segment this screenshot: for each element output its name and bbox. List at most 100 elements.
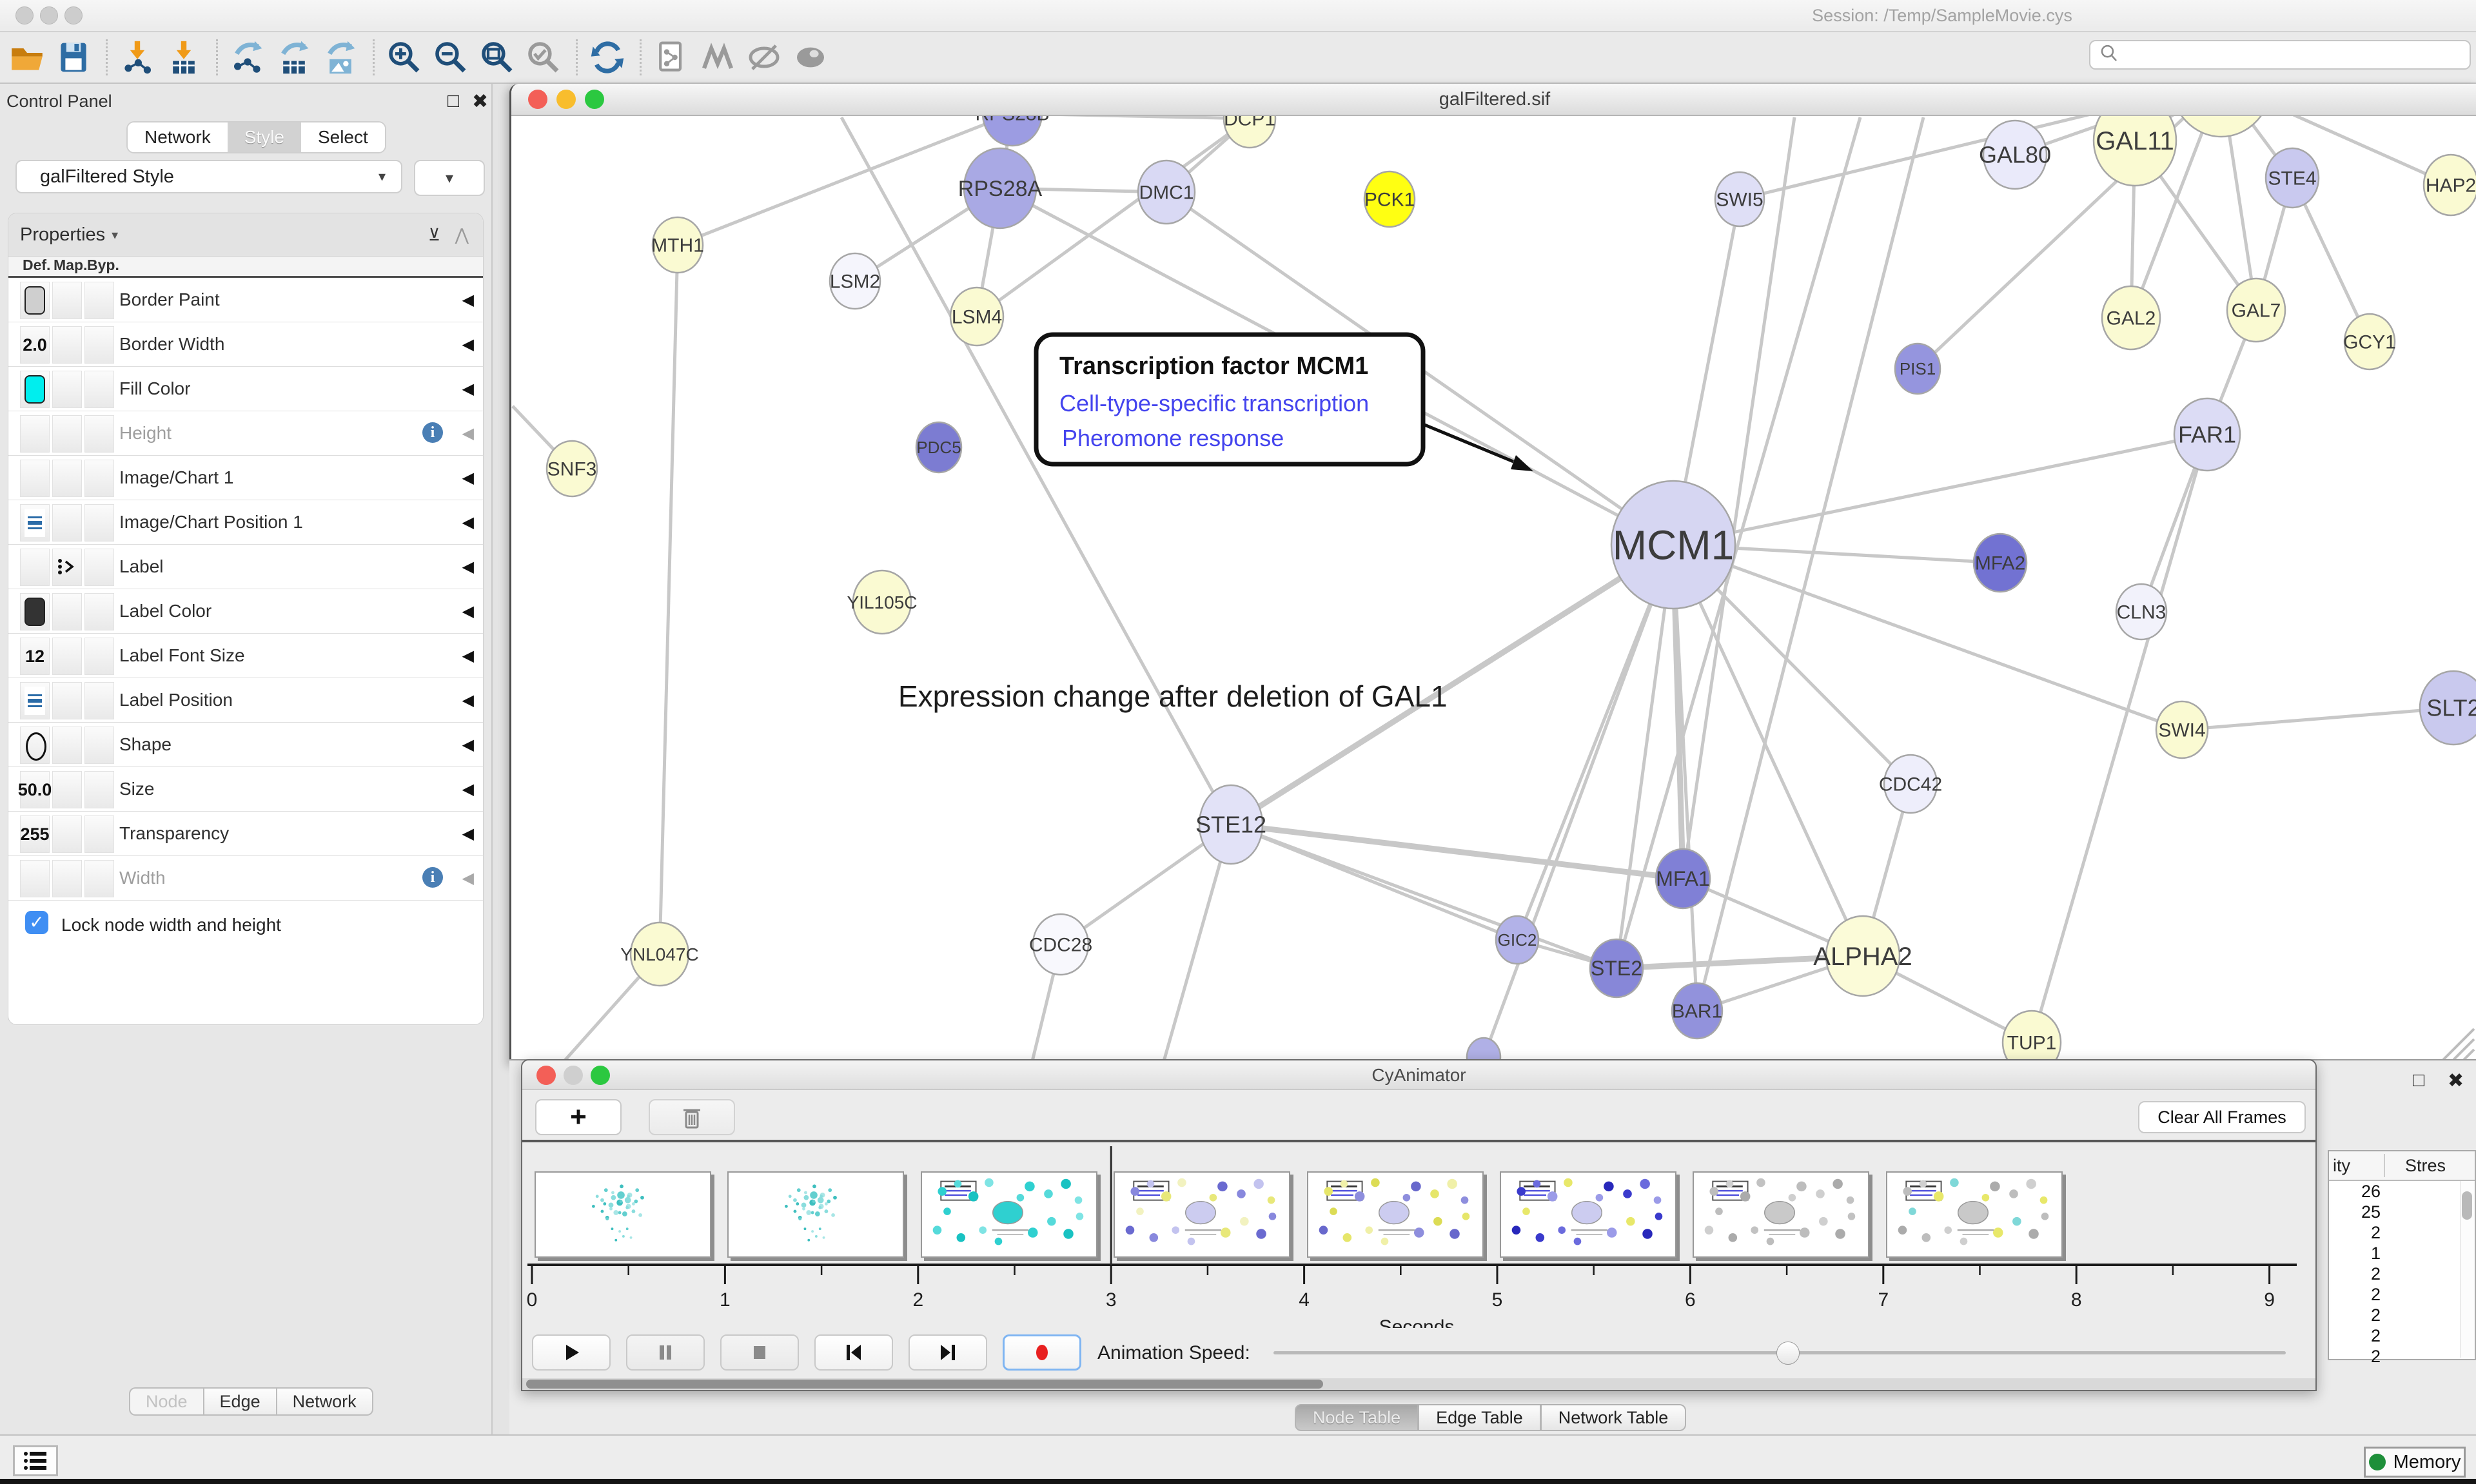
lock-node-size-checkbox[interactable]: ✓ <box>25 911 48 934</box>
property-row-fill-color[interactable]: Fill Color◀ <box>8 367 483 411</box>
network-edge[interactable] <box>1673 545 2182 730</box>
mapping-value-cell[interactable] <box>52 549 82 586</box>
default-value-cell[interactable] <box>20 549 50 586</box>
property-row-label-font-size[interactable]: 12Label Font Size◀ <box>8 634 483 678</box>
property-row-label-color[interactable]: Label Color◀ <box>8 589 483 634</box>
tab-node-table[interactable]: Node Table <box>1295 1404 1419 1431</box>
property-row-size[interactable]: 50.0Size◀ <box>8 767 483 812</box>
network-edge[interactable] <box>1484 545 1673 1057</box>
table-row[interactable]: 26 <box>2329 1181 2475 1202</box>
network-edge[interactable] <box>1673 545 1697 1011</box>
table-row[interactable]: 25 <box>2329 1202 2475 1222</box>
properties-header[interactable]: Properties ▾ ⊻ ⋀ <box>8 213 483 257</box>
mapping-value-cell[interactable] <box>52 593 82 630</box>
tab-network-table[interactable]: Network Table <box>1541 1404 1687 1431</box>
tab-network[interactable]: Network <box>128 122 228 152</box>
bypass-value-cell[interactable] <box>84 815 114 853</box>
expand-property-icon[interactable]: ◀ <box>462 780 474 799</box>
expand-property-icon[interactable]: ◀ <box>462 513 474 532</box>
network-edge[interactable] <box>2182 708 2453 730</box>
export-table-icon[interactable] <box>276 39 312 75</box>
import-table-icon[interactable] <box>166 39 202 75</box>
property-row-transparency[interactable]: 255Transparency◀ <box>8 812 483 856</box>
property-row-width[interactable]: Widthi◀ <box>8 856 483 901</box>
skip-end-button[interactable] <box>909 1334 987 1371</box>
stop-button[interactable] <box>720 1334 799 1371</box>
bypass-value-cell[interactable] <box>84 771 114 808</box>
skip-start-button[interactable] <box>814 1334 893 1371</box>
mapping-value-cell[interactable] <box>52 815 82 853</box>
table-row[interactable]: 2 <box>2329 1325 2475 1346</box>
bypass-value-cell[interactable] <box>84 682 114 719</box>
expand-property-icon[interactable]: ◀ <box>462 424 474 443</box>
resize-grip-icon[interactable] <box>2443 1029 2474 1060</box>
property-row-height[interactable]: Heighti◀ <box>8 411 483 456</box>
expand-property-icon[interactable]: ◀ <box>462 691 474 710</box>
search-field[interactable] <box>2089 40 2471 70</box>
style-options-button[interactable]: ▾ <box>414 160 485 196</box>
export-image-icon[interactable] <box>322 39 359 75</box>
default-value-cell[interactable] <box>20 860 50 897</box>
play-button[interactable] <box>532 1334 611 1371</box>
bypass-value-cell[interactable] <box>84 371 114 408</box>
default-value-cell[interactable]: 2.0 <box>20 326 50 364</box>
mapping-value-cell[interactable] <box>52 460 82 497</box>
expand-all-icon[interactable]: ⊻ <box>428 225 440 245</box>
record-button[interactable] <box>1003 1334 1081 1371</box>
table-row[interactable]: 2 <box>2329 1222 2475 1243</box>
default-value-cell[interactable] <box>20 593 50 630</box>
expand-property-icon[interactable]: ◀ <box>462 869 474 888</box>
property-row-border-paint[interactable]: Border Paint◀ <box>8 278 483 322</box>
network-canvas[interactable]: RPS28BDCP1RPS28ADMC1PCK1SWI5GAL80GAL11ST… <box>511 116 2476 1064</box>
memory-button[interactable]: Memory <box>2364 1447 2466 1478</box>
table-row[interactable]: 2 <box>2329 1264 2475 1284</box>
bypass-value-cell[interactable] <box>84 860 114 897</box>
mapping-value-cell[interactable] <box>52 371 82 408</box>
mapping-value-cell[interactable] <box>52 282 82 319</box>
property-row-shape[interactable]: Shape◀ <box>8 723 483 767</box>
export-network-icon[interactable] <box>230 39 266 75</box>
expand-property-icon[interactable]: ◀ <box>462 291 474 309</box>
default-value-cell[interactable] <box>20 415 50 453</box>
property-row-label-position[interactable]: Label Position◀ <box>8 678 483 723</box>
style-selector[interactable]: galFiltered Style ▾ <box>15 160 402 193</box>
float-table-panel-icon[interactable]: □ <box>2413 1069 2424 1091</box>
tab-select[interactable]: Select <box>301 122 385 152</box>
expand-property-icon[interactable]: ◀ <box>462 647 474 665</box>
default-value-cell[interactable]: 255 <box>20 815 50 853</box>
annotation-link-1[interactable]: Cell-type-specific transcription <box>1059 390 1369 416</box>
property-row-image-chart-position-1[interactable]: Image/Chart Position 1◀ <box>8 500 483 545</box>
table-row[interactable]: 1 <box>2329 1243 2475 1264</box>
mapping-value-cell[interactable] <box>52 415 82 453</box>
tab-edge-table[interactable]: Edge Table <box>1419 1404 1541 1431</box>
expand-property-icon[interactable]: ◀ <box>462 380 474 398</box>
info-icon[interactable]: i <box>422 867 443 888</box>
mapping-value-cell[interactable] <box>52 504 82 542</box>
close-window-icon[interactable] <box>15 6 34 24</box>
bypass-value-cell[interactable] <box>84 727 114 764</box>
default-value-cell[interactable] <box>20 371 50 408</box>
pause-button[interactable] <box>626 1334 705 1371</box>
network-edge[interactable] <box>1918 116 2221 369</box>
expand-property-icon[interactable]: ◀ <box>462 602 474 621</box>
table-scrollbar-thumb[interactable] <box>2462 1191 2472 1220</box>
default-value-cell[interactable] <box>20 282 50 319</box>
default-value-cell[interactable] <box>20 682 50 719</box>
mapping-value-cell[interactable] <box>52 326 82 364</box>
tab-node[interactable]: Node <box>129 1387 204 1416</box>
delete-frame-button[interactable] <box>649 1099 735 1135</box>
zoom-selected-icon[interactable] <box>526 39 562 75</box>
network-edge[interactable] <box>660 245 678 954</box>
refresh-icon[interactable] <box>589 39 625 75</box>
bypass-value-cell[interactable] <box>84 326 114 364</box>
tab-style[interactable]: Style <box>228 122 301 152</box>
bypass-value-cell[interactable] <box>84 549 114 586</box>
bypass-value-cell[interactable] <box>84 282 114 319</box>
zoom-out-icon[interactable] <box>433 39 469 75</box>
default-value-cell[interactable]: 12 <box>20 638 50 675</box>
collapse-all-icon[interactable]: ⋀ <box>455 225 469 245</box>
timeline-ruler[interactable]: 0123456789Seconds <box>522 1145 2315 1328</box>
annotation-link-2[interactable]: Pheromone response <box>1062 425 1284 451</box>
hide-details-icon[interactable] <box>746 39 782 75</box>
column-centrality[interactable]: ity <box>2333 1156 2350 1176</box>
